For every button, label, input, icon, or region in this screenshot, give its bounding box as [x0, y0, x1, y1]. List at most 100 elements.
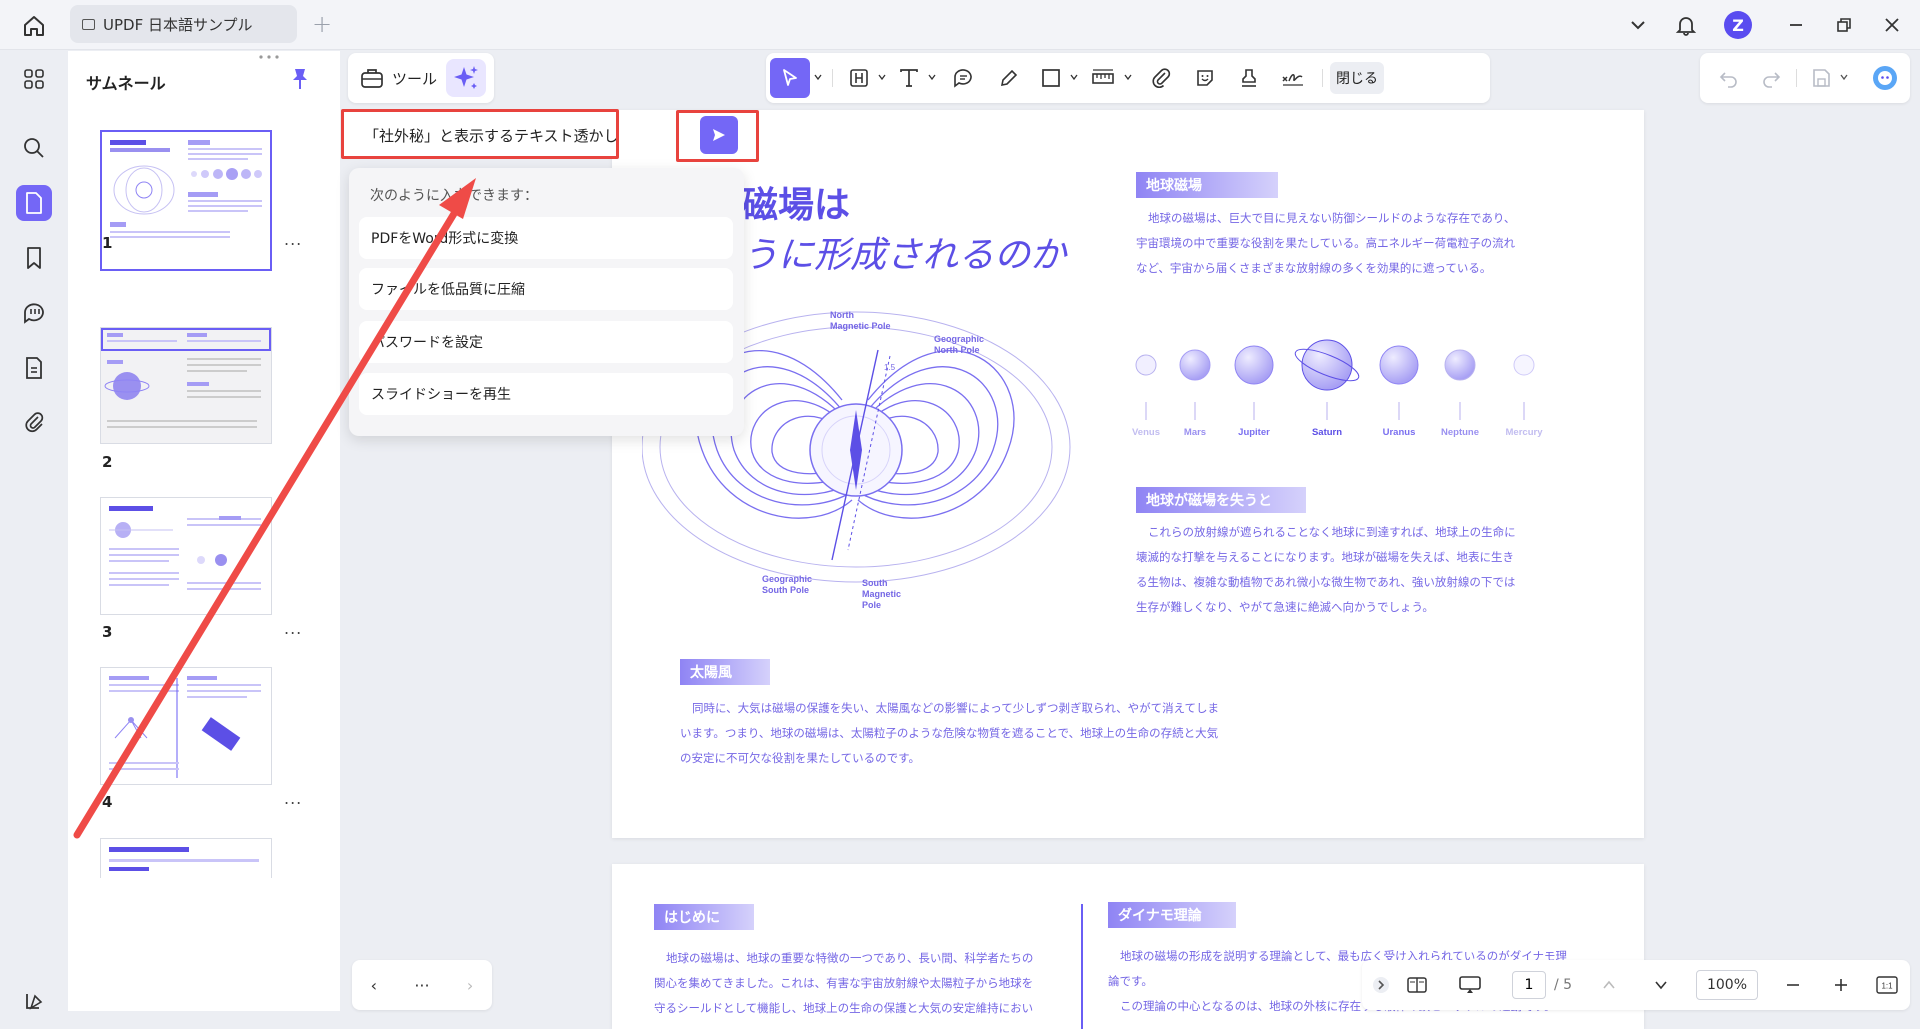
toolbar-divider	[832, 69, 833, 87]
apps-grid-icon[interactable]	[16, 61, 52, 97]
tools-button[interactable]: ツール	[360, 64, 437, 92]
section-label-intro: はじめに	[654, 904, 754, 930]
new-tab-button[interactable]: +	[312, 10, 332, 38]
previous-arrow-icon[interactable]: ‹	[371, 976, 377, 995]
svg-text:1:1: 1:1	[1881, 982, 1893, 991]
planet-label-mercury: Mercury	[1505, 427, 1543, 438]
thumbnail-page-4[interactable]	[100, 667, 272, 785]
chevron-down-icon[interactable]	[814, 73, 822, 81]
zoom-in-icon[interactable]	[1826, 970, 1856, 1000]
presentation-icon[interactable]	[1452, 970, 1488, 1000]
thumbnail-more-button[interactable]: ...	[284, 619, 302, 638]
layers-icon[interactable]	[16, 983, 52, 1019]
chevron-down-icon[interactable]	[928, 73, 936, 81]
planet-label-neptune: Neptune	[1441, 427, 1479, 438]
undo-icon[interactable]	[1714, 63, 1744, 93]
zoom-level-control[interactable]: 100%	[1692, 970, 1762, 1000]
highlight-text-icon[interactable]	[844, 63, 874, 93]
stamp-icon[interactable]	[1234, 63, 1264, 93]
pin-icon[interactable]	[290, 67, 310, 95]
planet-label-jupiter: Jupiter	[1238, 427, 1270, 438]
attach-file-icon[interactable]	[1146, 63, 1176, 93]
save-icon[interactable]	[1806, 63, 1836, 93]
chevron-down-icon[interactable]	[878, 73, 886, 81]
redo-icon[interactable]	[1756, 63, 1786, 93]
comment-icon[interactable]	[948, 63, 978, 93]
zoom-bar: / 5 100% 1:1	[1362, 960, 1910, 1010]
restore-icon[interactable]	[1826, 0, 1862, 50]
toolbar-divider	[1322, 69, 1323, 87]
ai-suggestion-popup: 次のように入力できます： PDFをWord形式に変換 ファイルを低品質に圧縮 パ…	[349, 168, 744, 436]
thumbnail-page-3[interactable]	[100, 497, 272, 615]
thumbnail-number: 2	[102, 453, 113, 471]
signature-icon[interactable]	[1278, 63, 1308, 93]
suggestion-item[interactable]: ファイルを低品質に圧縮	[359, 268, 733, 310]
sparkle-icon	[454, 66, 478, 89]
rectangle-shape-icon[interactable]	[1036, 63, 1066, 93]
annotation-toolbar: 閉じる	[766, 53, 1490, 103]
attachment-icon[interactable]	[16, 404, 52, 440]
thumbnail-page-2[interactable]	[100, 327, 272, 444]
label-angle: 1.5	[884, 363, 896, 372]
panel-grip-icon[interactable]	[258, 54, 280, 60]
document-tab[interactable]: UPDF 日本語サンプル	[70, 5, 297, 43]
thumbnail-page-5[interactable]	[100, 838, 272, 878]
suggestion-title: 次のように入力できます：	[370, 188, 538, 204]
page-number-input[interactable]	[1512, 971, 1546, 999]
toolbar-divider	[1796, 69, 1797, 87]
expand-bar-icon[interactable]	[1370, 970, 1392, 1000]
chevron-down-icon[interactable]	[1070, 73, 1078, 81]
home-icon[interactable]	[20, 12, 48, 40]
next-arrow-icon[interactable]: ›	[467, 976, 473, 995]
section-label-lose-field: 地球が磁場を失うと	[1136, 487, 1306, 513]
thumbnail-page-icon[interactable]	[16, 185, 52, 221]
thumbnail-number: 3	[102, 623, 113, 641]
zoom-level[interactable]: 100%	[1696, 970, 1758, 1000]
bell-icon[interactable]	[1668, 0, 1704, 50]
chevron-down-icon[interactable]	[1646, 970, 1676, 1000]
chevron-down-icon[interactable]	[1840, 73, 1848, 81]
chevron-up-icon[interactable]	[1594, 970, 1624, 1000]
label-geo-north-2: North Pole	[934, 345, 980, 355]
select-cursor-icon[interactable]	[770, 58, 810, 98]
search-icon[interactable]	[16, 130, 52, 166]
chevron-down-icon[interactable]	[1124, 73, 1132, 81]
measure-ruler-icon[interactable]	[1088, 63, 1118, 93]
label-north-magnetic: North	[830, 310, 854, 320]
comment-list-icon[interactable]	[16, 295, 52, 331]
close-window-icon[interactable]	[1874, 0, 1910, 50]
reading-mode-icon[interactable]	[1402, 970, 1432, 1000]
page-navigation: ‹ ··· ›	[352, 960, 492, 1010]
thumbnail-more-button[interactable]: ...	[284, 230, 302, 249]
ai-assistant-button[interactable]	[446, 59, 486, 97]
zoom-out-icon[interactable]	[1778, 970, 1808, 1000]
label-geo-north: Geographic	[934, 334, 984, 344]
suggestion-item[interactable]: パスワードを設定	[359, 321, 733, 363]
sticker-icon[interactable]	[1190, 63, 1220, 93]
minimize-icon[interactable]	[1778, 0, 1814, 50]
label-north-magnetic-2: Magnetic Pole	[830, 321, 891, 331]
bookmark-icon[interactable]	[16, 240, 52, 276]
section-label-dynamo: ダイナモ理論	[1108, 902, 1236, 928]
suggestion-item[interactable]: PDFをWord形式に変換	[359, 217, 733, 259]
avatar: Z	[1724, 11, 1752, 39]
planet-label-mars: Mars	[1183, 427, 1207, 438]
user-avatar[interactable]: Z	[1718, 0, 1758, 50]
ai-bot-icon[interactable]	[1870, 63, 1900, 93]
thumbnail-page-1[interactable]	[100, 130, 272, 271]
form-fields-icon[interactable]	[16, 350, 52, 386]
thumbnail-more-button[interactable]: ...	[284, 789, 302, 808]
close-editing-button[interactable]: 閉じる	[1330, 62, 1384, 94]
input-highlight-box	[341, 109, 619, 159]
text-tool-icon[interactable]	[894, 63, 924, 93]
left-rail	[0, 51, 68, 1029]
section-label-earth-field: 地球磁場	[1136, 172, 1278, 198]
label-geo-south-2: South Pole	[762, 585, 809, 595]
suggestion-item[interactable]: スライドショーを再生	[359, 373, 733, 415]
more-pages-button[interactable]: ···	[414, 976, 429, 995]
actual-size-icon[interactable]: 1:1	[1872, 970, 1902, 1000]
chevron-down-icon[interactable]	[1620, 0, 1656, 50]
pencil-icon[interactable]	[994, 63, 1024, 93]
label-south-magnetic-2: Magnetic	[862, 589, 901, 599]
tool-group: ツール	[348, 53, 494, 103]
